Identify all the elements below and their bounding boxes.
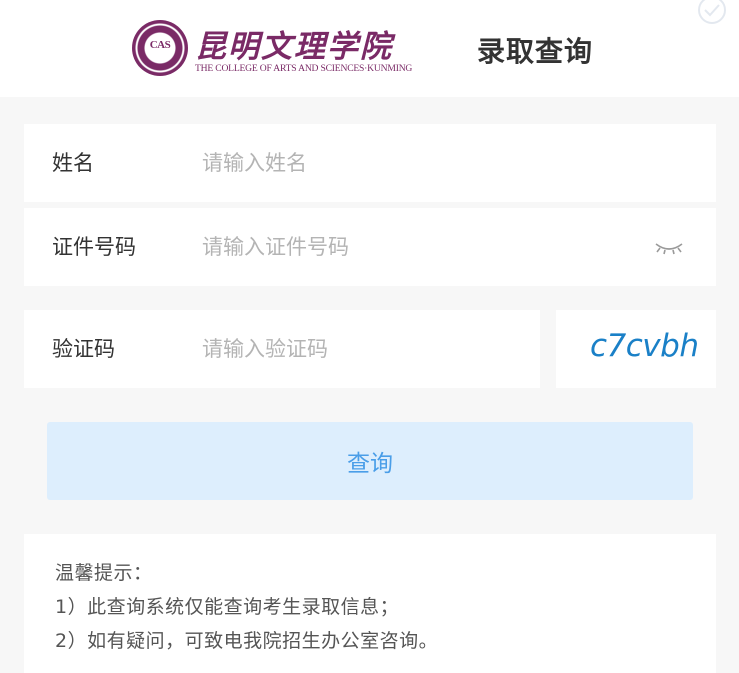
- name-field-row: 姓名: [24, 124, 716, 202]
- college-seal-logo: CAS: [132, 20, 188, 76]
- college-name-cn: 昆明文理学院: [195, 29, 393, 65]
- name-label: 姓名: [52, 151, 94, 175]
- notice-item: 2）如有疑问，可致电我院招生办公室咨询。: [55, 630, 439, 652]
- verified-badge-icon: [698, 0, 726, 24]
- captcha-label: 验证码: [52, 337, 115, 361]
- notice-title: 温馨提示：: [55, 562, 153, 584]
- query-button[interactable]: 查询: [47, 422, 693, 500]
- captcha-field-row: 验证码: [24, 310, 540, 388]
- captcha-input[interactable]: [202, 329, 522, 369]
- seal-text: CAS: [149, 39, 171, 51]
- captcha-image[interactable]: c7cvbh: [556, 310, 716, 388]
- id-number-field-row: 证件号码: [24, 208, 716, 286]
- notice-box: 温馨提示： 1）此查询系统仅能查询考生录取信息； 2）如有疑问，可致电我院招生办…: [24, 534, 716, 673]
- eye-closed-icon[interactable]: [652, 235, 686, 259]
- name-input[interactable]: [202, 143, 622, 183]
- captcha-code-text: c7cvbh: [590, 328, 699, 364]
- notice-item: 1）此查询系统仅能查询考生录取信息；: [55, 596, 400, 618]
- id-number-label: 证件号码: [52, 235, 136, 259]
- page-header: CAS 昆明文理学院 THE COLLEGE OF ARTS AND SCIEN…: [0, 0, 739, 97]
- id-number-input[interactable]: [202, 227, 622, 267]
- college-name-en: THE COLLEGE OF ARTS AND SCIENCES·KUNMING: [195, 63, 413, 74]
- page-title: 录取查询: [477, 35, 594, 68]
